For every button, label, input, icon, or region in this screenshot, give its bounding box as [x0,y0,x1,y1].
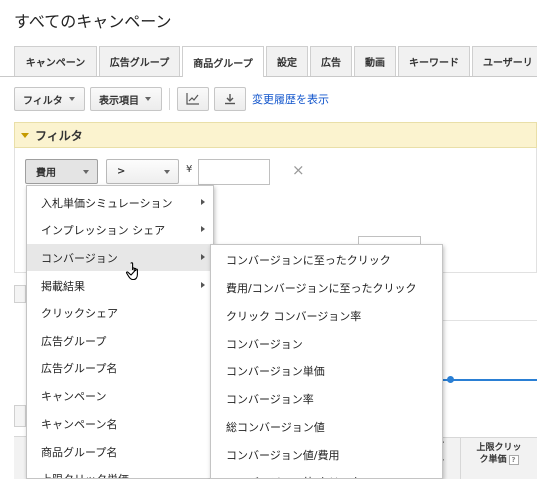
submenu-item[interactable]: 費用/コンバージョンに至ったクリック [211,274,442,302]
menu-item-label: コンバージョン [41,251,118,265]
columns-dropdown-button[interactable]: 表示項目 [90,87,162,111]
submenu-item[interactable]: クリック コンバージョン率 [211,302,442,330]
currency-symbol: ¥ [186,164,193,175]
menu-item-label: 広告グループ [41,334,107,348]
table-toolbar-edge [14,405,26,427]
submenu-item[interactable]: コンバージョン単価 [211,357,442,385]
tab-user-lists[interactable]: ユーザーリ [472,46,537,76]
max-cpc-line2: ク単価 [479,455,507,465]
tab-divider [0,76,537,77]
menu-item-bid-simulation[interactable]: 入札単価シミュレーション [27,189,213,216]
submenu-item[interactable]: コンバージョンに至ったクリック [211,246,442,274]
menu-item-label: 広告グループ名 [41,361,118,375]
operator-select[interactable]: > [106,159,179,184]
filter-dropdown-button[interactable]: フィルタ [14,87,85,111]
chevron-right-icon [201,254,205,260]
menu-item-label: インプレッション シェア [41,223,166,237]
toolbar-divider [169,88,170,110]
menu-item-campaign-name[interactable]: キャンペーン名 [27,410,213,437]
chevron-down-icon [145,97,151,101]
tab-ads[interactable]: 広告 [310,46,352,76]
hand-cursor-icon [125,262,138,281]
chevron-right-icon [201,282,205,288]
menu-item-label: キャンペーン名 [41,417,118,431]
conversions-submenu: コンバージョンに至ったクリック 費用/コンバージョンに至ったクリック クリック … [210,244,443,479]
menu-item-click-share[interactable]: クリックシェア [27,299,213,326]
chart-toggle-button[interactable] [177,87,209,111]
chevron-down-icon [164,169,170,174]
chevron-down-icon [68,97,75,101]
metric-select[interactable]: 費用 [25,159,98,184]
chevron-down-icon [83,169,89,174]
operator-select-value: > [117,166,126,177]
column-divider [460,437,461,479]
submenu-item[interactable]: コンバージョン値/費用 [211,441,442,469]
filter-value-input[interactable] [198,159,270,185]
chart-data-point [447,376,454,383]
tab-product-groups[interactable]: 商品グループ [182,46,264,77]
menu-item-ad-group[interactable]: 広告グループ [27,327,213,354]
menu-item-conversions[interactable]: コンバージョン [27,244,213,271]
help-icon[interactable]: ? [508,454,519,465]
collapsed-panel-edge [14,285,26,303]
column-header-max-cpc[interactable]: 上限クリッ ク単価? [466,442,532,466]
menu-item-campaign[interactable]: キャンペーン [27,382,213,409]
change-history-link[interactable]: 変更履歴を表示 [252,91,329,107]
menu-item-label: 商品グループ名 [41,445,118,459]
filter-panel-title: フィルタ [35,128,83,143]
menu-item-ad-group-name[interactable]: 広告グループ名 [27,354,213,381]
submenu-item[interactable]: コンバージョン [211,330,442,358]
menu-item-label: 上限クリック単価 [41,472,129,479]
metric-select-value: 費用 [36,168,56,179]
tab-ad-groups[interactable]: 広告グループ [99,46,180,76]
collapse-triangle-icon [21,132,29,138]
columns-button-label: 表示項目 [99,95,139,107]
tab-settings[interactable]: 設定 [266,46,308,76]
menu-item-label: キャンペーン [41,389,107,403]
close-icon[interactable]: × [292,161,305,179]
chevron-right-icon [201,199,205,205]
menu-item-label: 掲載結果 [41,279,85,293]
line-chart-icon [186,93,199,105]
table-header-edge [14,436,26,479]
tab-bar: キャンペーン 広告グループ 商品グループ 設定 広告 動画 キーワード ユーザー… [0,46,537,77]
menu-item-label: 入札単価シミュレーション [41,196,173,210]
menu-item-product-group-name[interactable]: 商品グループ名 [27,438,213,465]
max-cpc-line1: 上限クリッ [476,443,522,453]
submenu-item[interactable]: コンバージョン値/クリック [211,468,442,478]
filter-panel-header[interactable]: フィルタ [14,122,537,148]
tab-videos[interactable]: 動画 [354,46,396,76]
menu-item-performance[interactable]: 掲載結果 [27,272,213,299]
download-icon [225,94,235,105]
tab-keywords[interactable]: キーワード [398,46,470,76]
menu-item-max-cpc[interactable]: 上限クリック単価 [27,465,213,479]
menu-item-impression-share[interactable]: インプレッション シェア [27,216,213,243]
filter-button-label: フィルタ [23,95,63,107]
download-button[interactable] [214,87,246,111]
metric-dropdown-menu: 入札単価シミュレーション インプレッション シェア コンバージョン 掲載結果 ク… [26,185,214,479]
submenu-item[interactable]: コンバージョン率 [211,385,442,413]
tab-campaigns[interactable]: キャンペーン [14,46,97,76]
chevron-right-icon [201,226,205,232]
menu-item-label: クリックシェア [41,306,118,320]
submenu-item[interactable]: 総コンバージョン値 [211,413,442,441]
page-title: すべてのキャンペーン [14,12,172,31]
